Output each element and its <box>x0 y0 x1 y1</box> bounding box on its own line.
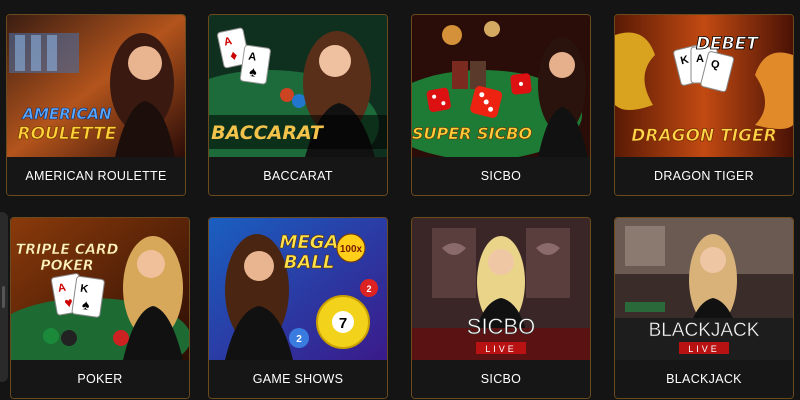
game-card-dragon-tiger[interactable]: K A Q DEBET DRAGON TIGER DRAGON TIGER <box>614 14 794 196</box>
game-thumbnail: A ♦ A ♠ BACCARAT <box>209 15 387 157</box>
side-scroll-handle[interactable] <box>0 212 8 382</box>
live-badge: LIVE <box>485 344 517 354</box>
game-thumbnail: K A Q DEBET DRAGON TIGER <box>615 15 793 157</box>
game-thumbnail: 7 2 2 MEGA BALL 100x <box>209 218 387 360</box>
game-thumbnail: A ♥ K ♠ TRIPLE CARD POKER <box>11 218 189 360</box>
logo-line-1: DRAGON TIGER <box>631 126 777 146</box>
game-grid: AMERICAN ROULETTE AMERICAN ROULETTE A ♦ … <box>0 0 800 400</box>
logo-line-1: SICBO <box>467 314 535 339</box>
game-card-label: DRAGON TIGER <box>615 157 793 195</box>
svg-text:A: A <box>696 53 704 65</box>
game-card-label: GAME SHOWS <box>209 360 387 398</box>
game-card-sicbo[interactable]: SUPER SICBO SICBO <box>411 14 591 196</box>
logo-line-2: ROULETTE <box>18 124 117 144</box>
logo-line-1: AMERICAN <box>21 105 112 123</box>
svg-text:2: 2 <box>366 284 371 294</box>
live-badge: LIVE <box>688 344 720 354</box>
multiplier-badge: 100x <box>340 244 363 255</box>
logo-line-2: POKER <box>40 258 93 274</box>
game-card-american-roulette[interactable]: AMERICAN ROULETTE AMERICAN ROULETTE <box>6 14 186 196</box>
game-thumbnail: SUPER SICBO <box>412 15 590 157</box>
game-card-poker[interactable]: A ♥ K ♠ TRIPLE CARD POKER POKER <box>10 217 190 399</box>
logo-line-1: SUPER SICBO <box>412 124 532 143</box>
game-card-label: SICBO <box>412 157 590 195</box>
game-card-game-shows[interactable]: 7 2 2 MEGA BALL 100x GAME SHOWS <box>208 217 388 399</box>
game-thumbnail: AMERICAN ROULETTE <box>7 15 185 157</box>
svg-text:2: 2 <box>296 334 302 345</box>
game-card-label: SICBO <box>412 360 590 398</box>
svg-text:7: 7 <box>339 315 347 332</box>
logo-line-2: BALL <box>284 252 335 273</box>
logo-line-1: MEGA <box>280 232 339 253</box>
game-card-label: AMERICAN ROULETTE <box>7 157 185 195</box>
game-card-blackjack[interactable]: BLACKJACK LIVE BLACKJACK <box>614 217 794 399</box>
logo-line-1: BACCARAT <box>211 122 325 144</box>
brand-logo: DEBET <box>696 34 759 54</box>
game-card-sicbo-live[interactable]: SICBO LIVE SICBO <box>411 217 591 399</box>
game-thumbnail: SICBO LIVE <box>412 218 590 360</box>
game-card-label: BACCARAT <box>209 157 387 195</box>
game-card-label: BLACKJACK <box>615 360 793 398</box>
game-card-label: POKER <box>11 360 189 398</box>
game-thumbnail: BLACKJACK LIVE <box>615 218 793 360</box>
logo-line-1: BLACKJACK <box>649 320 760 341</box>
logo-line-1: TRIPLE CARD <box>16 242 119 258</box>
game-card-baccarat[interactable]: A ♦ A ♠ BACCARAT BACCARAT <box>208 14 388 196</box>
